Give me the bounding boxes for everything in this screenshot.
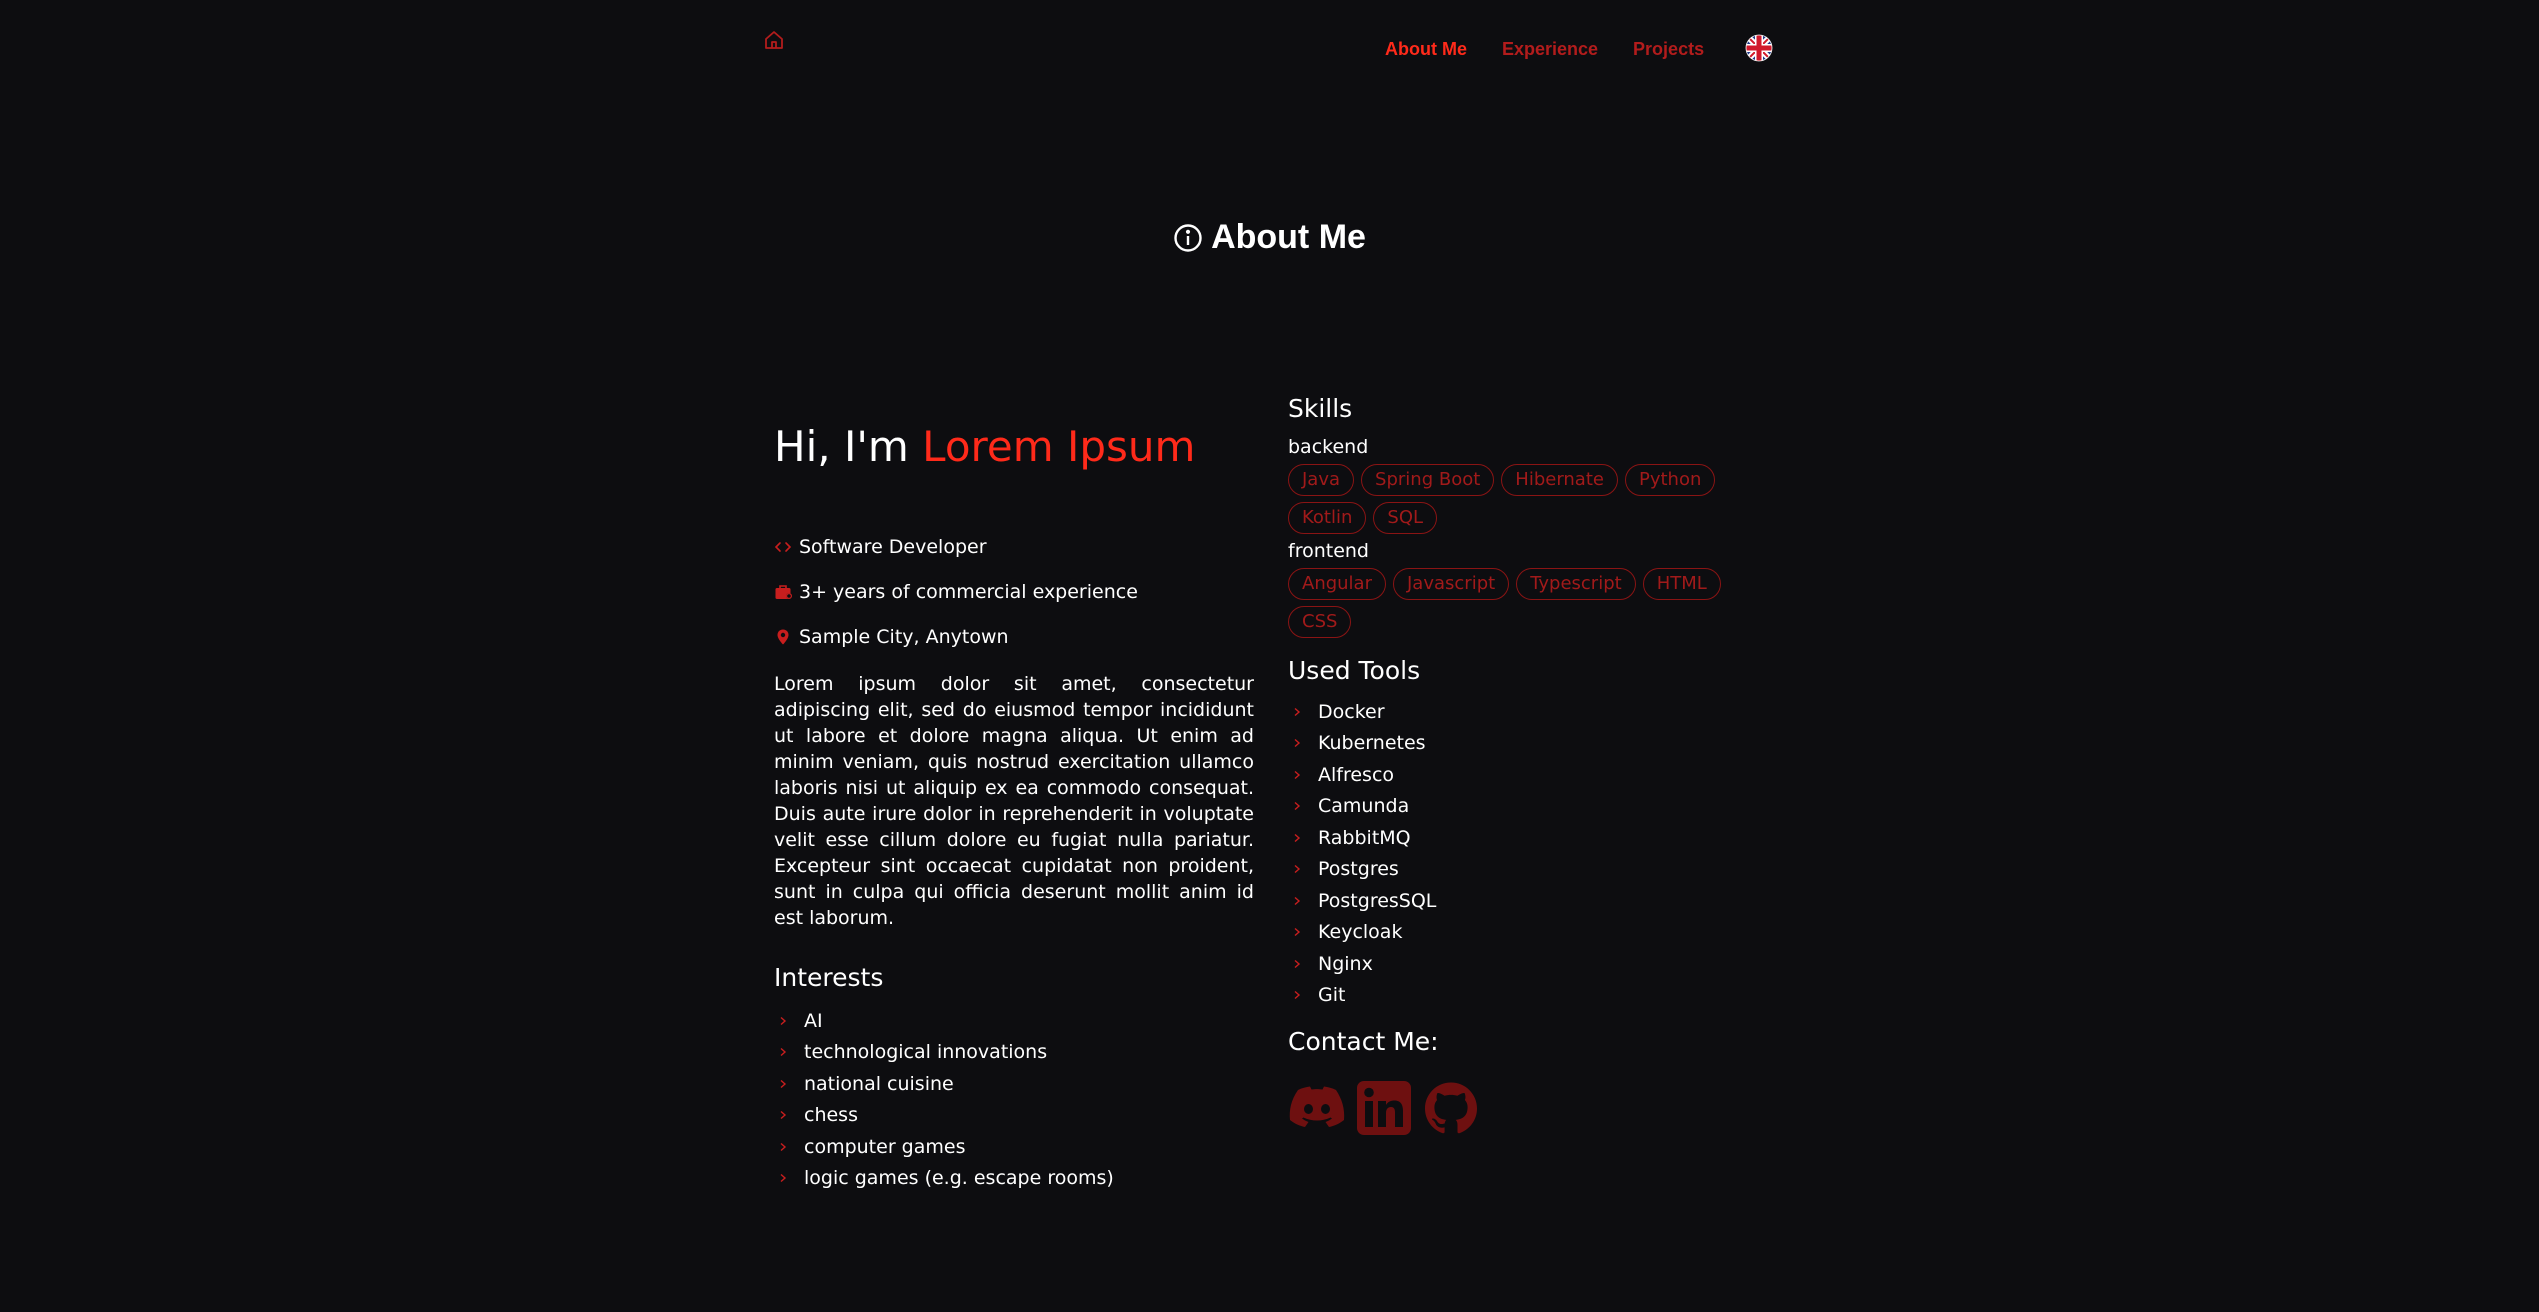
chevron-right-icon	[1288, 801, 1318, 811]
linkedin-icon[interactable]	[1355, 1079, 1412, 1136]
contact-heading: Contact Me:	[1288, 1027, 1439, 1056]
role-row: Software Developer	[774, 524, 1254, 569]
chevron-right-icon	[774, 1047, 804, 1057]
list-item: computer games	[774, 1131, 1254, 1163]
list-item: technological innovations	[774, 1037, 1254, 1069]
list-item: Postgres	[1288, 854, 1768, 886]
skill-tag: Hibernate	[1501, 464, 1618, 496]
chevron-right-icon	[774, 1110, 804, 1120]
list-item: AI	[774, 1005, 1254, 1037]
tool-label: Alfresco	[1318, 763, 1395, 786]
page-title: About Me	[1211, 218, 1366, 256]
info-circle-icon	[1173, 223, 1203, 253]
skill-group-backend: backend	[1288, 436, 1369, 458]
chevron-right-icon	[1288, 864, 1318, 874]
list-item: logic games (e.g. escape rooms)	[774, 1163, 1254, 1195]
list-item: RabbitMQ	[1288, 822, 1768, 854]
interests-heading: Interests	[774, 963, 884, 992]
section-header: About Me	[0, 218, 2539, 257]
chevron-right-icon	[1288, 959, 1318, 969]
list-item: Nginx	[1288, 948, 1768, 980]
skill-tag: Kotlin	[1288, 502, 1367, 534]
role-text: Software Developer	[799, 535, 987, 558]
location-row: Sample City, Anytown	[774, 614, 1254, 659]
social-links	[1288, 1079, 1768, 1136]
chevron-right-icon	[774, 1079, 804, 1089]
skill-tag: SQL	[1373, 502, 1438, 534]
nav-experience[interactable]: Experience	[1502, 39, 1598, 60]
interest-label: technological innovations	[804, 1041, 1048, 1064]
tool-label: PostgresSQL	[1318, 889, 1437, 912]
interest-label: computer games	[804, 1135, 966, 1158]
list-item: chess	[774, 1100, 1254, 1132]
tool-label: Postgres	[1318, 858, 1399, 881]
nav-projects[interactable]: Projects	[1633, 39, 1704, 60]
tool-label: Kubernetes	[1318, 732, 1426, 755]
chevron-right-icon	[1288, 896, 1318, 906]
tools-list: Docker Kubernetes Alfresco Camunda Rabbi…	[1288, 696, 1768, 1011]
chevron-right-icon	[1288, 833, 1318, 843]
interest-label: AI	[804, 1009, 823, 1032]
skills-column: Skills backend Java Spring Boot Hibernat…	[1288, 392, 1768, 1136]
chevron-right-icon	[1288, 927, 1318, 937]
tool-label: RabbitMQ	[1318, 826, 1411, 849]
briefcase-icon	[774, 583, 792, 601]
skills-heading: Skills	[1288, 394, 1353, 423]
skill-tag: Typescript	[1516, 568, 1636, 600]
nav-about-me[interactable]: About Me	[1385, 39, 1467, 60]
skill-tag: Angular	[1288, 568, 1386, 600]
chevron-right-icon	[774, 1016, 804, 1026]
list-item: PostgresSQL	[1288, 885, 1768, 917]
interest-label: national cuisine	[804, 1072, 954, 1095]
greeting-heading: Hi, I'm Lorem Ipsum	[774, 412, 1254, 482]
interests-list: AI technological innovations national cu…	[774, 1005, 1254, 1194]
interest-label: chess	[804, 1104, 858, 1127]
location-pin-icon	[774, 628, 792, 646]
home-icon[interactable]	[762, 28, 786, 52]
list-item: Camunda	[1288, 791, 1768, 823]
uk-flag-icon[interactable]	[1745, 34, 1773, 62]
list-item: Alfresco	[1288, 759, 1768, 791]
github-icon[interactable]	[1422, 1079, 1479, 1136]
chevron-right-icon	[1288, 738, 1318, 748]
skill-tag: HTML	[1642, 568, 1721, 600]
list-item: Kubernetes	[1288, 728, 1768, 760]
main-nav: About Me Experience Projects	[1385, 34, 1739, 64]
tool-label: Nginx	[1318, 952, 1373, 975]
list-item: Git	[1288, 980, 1768, 1012]
list-item: Docker	[1288, 696, 1768, 728]
experience-text: 3+ years of commercial experience	[799, 580, 1138, 603]
tool-label: Keycloak	[1318, 921, 1403, 944]
chevron-right-icon	[1288, 770, 1318, 780]
skill-tag: CSS	[1288, 606, 1352, 638]
frontend-tags: Angular Javascript Typescript HTML CSS	[1288, 568, 1768, 638]
skill-tag: Python	[1624, 464, 1716, 496]
chevron-right-icon	[1288, 990, 1318, 1000]
chevron-right-icon	[774, 1142, 804, 1152]
list-item: national cuisine	[774, 1068, 1254, 1100]
code-icon	[774, 538, 792, 556]
intro-column: Hi, I'm Lorem Ipsum Software Developer 3…	[774, 412, 1254, 1194]
tool-label: Docker	[1318, 700, 1385, 723]
greeting-text: Hi, I'm	[774, 422, 923, 471]
tools-heading: Used Tools	[1288, 656, 1421, 685]
chevron-right-icon	[1288, 707, 1318, 717]
skill-group-frontend: frontend	[1288, 540, 1369, 562]
skill-tag: Javascript	[1393, 568, 1510, 600]
tool-label: Git	[1318, 984, 1346, 1007]
tool-label: Camunda	[1318, 795, 1410, 818]
chevron-right-icon	[774, 1173, 804, 1183]
list-item: Keycloak	[1288, 917, 1768, 949]
experience-row: 3+ years of commercial experience	[774, 569, 1254, 614]
bio-paragraph: Lorem ipsum dolor sit amet, consectetur …	[774, 673, 1254, 929]
person-name: Lorem Ipsum	[922, 422, 1196, 471]
skill-tag: Spring Boot	[1361, 464, 1495, 496]
location-text: Sample City, Anytown	[799, 625, 1009, 648]
interest-label: logic games (e.g. escape rooms)	[804, 1167, 1114, 1190]
skill-tag: Java	[1288, 464, 1355, 496]
backend-tags: Java Spring Boot Hibernate Python Kotlin…	[1288, 464, 1768, 534]
discord-icon[interactable]	[1288, 1079, 1345, 1136]
